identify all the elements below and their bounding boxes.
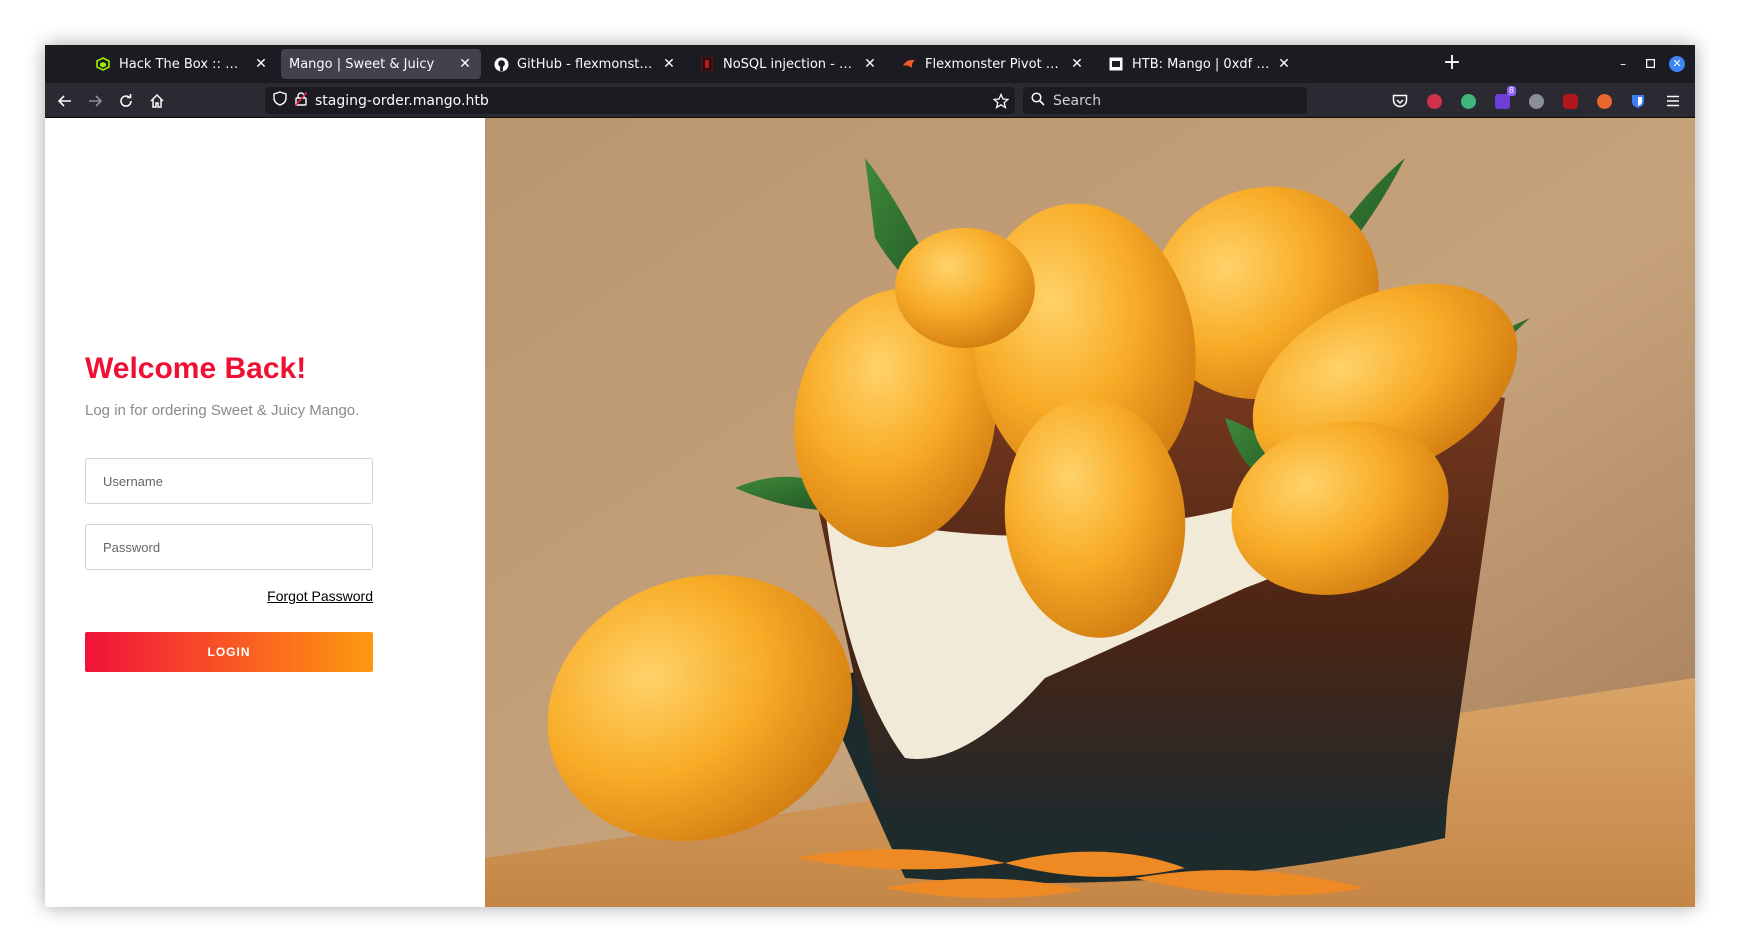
0xdf-icon: [1108, 56, 1124, 72]
login-button[interactable]: LOGIN: [85, 632, 373, 672]
tab-0xdf[interactable]: HTB: Mango | 0xdf hacks s ✕: [1100, 49, 1300, 79]
extension-red-icon[interactable]: [1422, 89, 1446, 113]
extension-purple-icon[interactable]: 8: [1490, 86, 1516, 113]
tab-title: NoSQL injection - HackTric: [723, 56, 856, 72]
url-text[interactable]: staging-order.mango.htb: [315, 93, 489, 109]
maximize-icon[interactable]: [1642, 56, 1658, 72]
tab-title: Mango | Sweet & Juicy: [289, 56, 435, 72]
search-bar[interactable]: Search: [1023, 87, 1307, 114]
bitwarden-icon[interactable]: [1626, 89, 1650, 113]
navigation-bar: staging-order.mango.htb Search 8: [45, 83, 1695, 118]
lock-icon[interactable]: [294, 91, 308, 110]
password-field[interactable]: [85, 524, 373, 570]
home-button[interactable]: [143, 87, 171, 115]
shield-icon[interactable]: [273, 91, 287, 110]
page-subtitle: Log in for ordering Sweet & Juicy Mango.: [85, 402, 360, 419]
tab-mango[interactable]: Mango | Sweet & Juicy ✕: [281, 49, 481, 79]
tab-strip: Hack The Box :: Machines ✕ Mango | Sweet…: [45, 45, 1695, 83]
tab-hackthebox[interactable]: Hack The Box :: Machines ✕: [87, 49, 277, 79]
url-bar[interactable]: staging-order.mango.htb: [265, 87, 1015, 114]
search-placeholder: Search: [1053, 92, 1102, 109]
ublock-origin-icon[interactable]: [1558, 89, 1582, 113]
tab-github[interactable]: GitHub - flexmonster/pivot ✕: [485, 49, 685, 79]
browser-window: Hack The Box :: Machines ✕ Mango | Sweet…: [45, 45, 1695, 907]
close-icon[interactable]: ✕: [253, 56, 269, 72]
tab-hacktricks[interactable]: NoSQL injection - HackTric ✕: [691, 49, 886, 79]
github-icon: [493, 56, 509, 72]
close-icon[interactable]: ✕: [862, 56, 878, 72]
window-close-icon[interactable]: ✕: [1669, 56, 1685, 72]
hacktricks-icon: [699, 56, 715, 72]
tab-title: HTB: Mango | 0xdf hacks s: [1132, 56, 1270, 72]
page-title: Welcome Back!: [85, 352, 307, 385]
menu-icon[interactable]: [1661, 89, 1685, 113]
tab-title: Hack The Box :: Machines: [119, 56, 247, 72]
bookmark-star-icon[interactable]: [991, 91, 1011, 111]
page-content: Welcome Back! Log in for ordering Sweet …: [45, 118, 1695, 907]
close-icon[interactable]: ✕: [1276, 56, 1292, 72]
forgot-password-link[interactable]: Forgot Password: [85, 588, 373, 604]
extension-gray-icon[interactable]: [1524, 89, 1548, 113]
username-field[interactable]: [85, 458, 373, 504]
back-button[interactable]: [51, 87, 79, 115]
pocket-icon[interactable]: [1388, 89, 1412, 113]
close-icon[interactable]: ✕: [457, 56, 473, 72]
forward-button[interactable]: [81, 87, 109, 115]
tab-title: Flexmonster Pivot Table & I: [925, 56, 1063, 72]
hackthebox-icon: [95, 56, 111, 72]
tab-title: GitHub - flexmonster/pivot: [517, 56, 655, 72]
new-tab-button[interactable]: +: [1440, 52, 1464, 76]
minimize-icon[interactable]: –: [1615, 56, 1631, 72]
close-icon[interactable]: ✕: [661, 56, 677, 72]
extension-orange-icon[interactable]: [1592, 89, 1616, 113]
extension-green-icon[interactable]: [1456, 89, 1480, 113]
tab-flexmonster[interactable]: Flexmonster Pivot Table & I ✕: [893, 49, 1093, 79]
close-icon[interactable]: ✕: [1069, 56, 1085, 72]
search-icon: [1031, 91, 1045, 110]
flexmonster-icon: [901, 56, 917, 72]
extension-badge: 8: [1506, 86, 1516, 96]
mango-photo: [485, 118, 1695, 907]
login-panel: Welcome Back! Log in for ordering Sweet …: [45, 118, 485, 907]
reload-button[interactable]: [112, 87, 140, 115]
